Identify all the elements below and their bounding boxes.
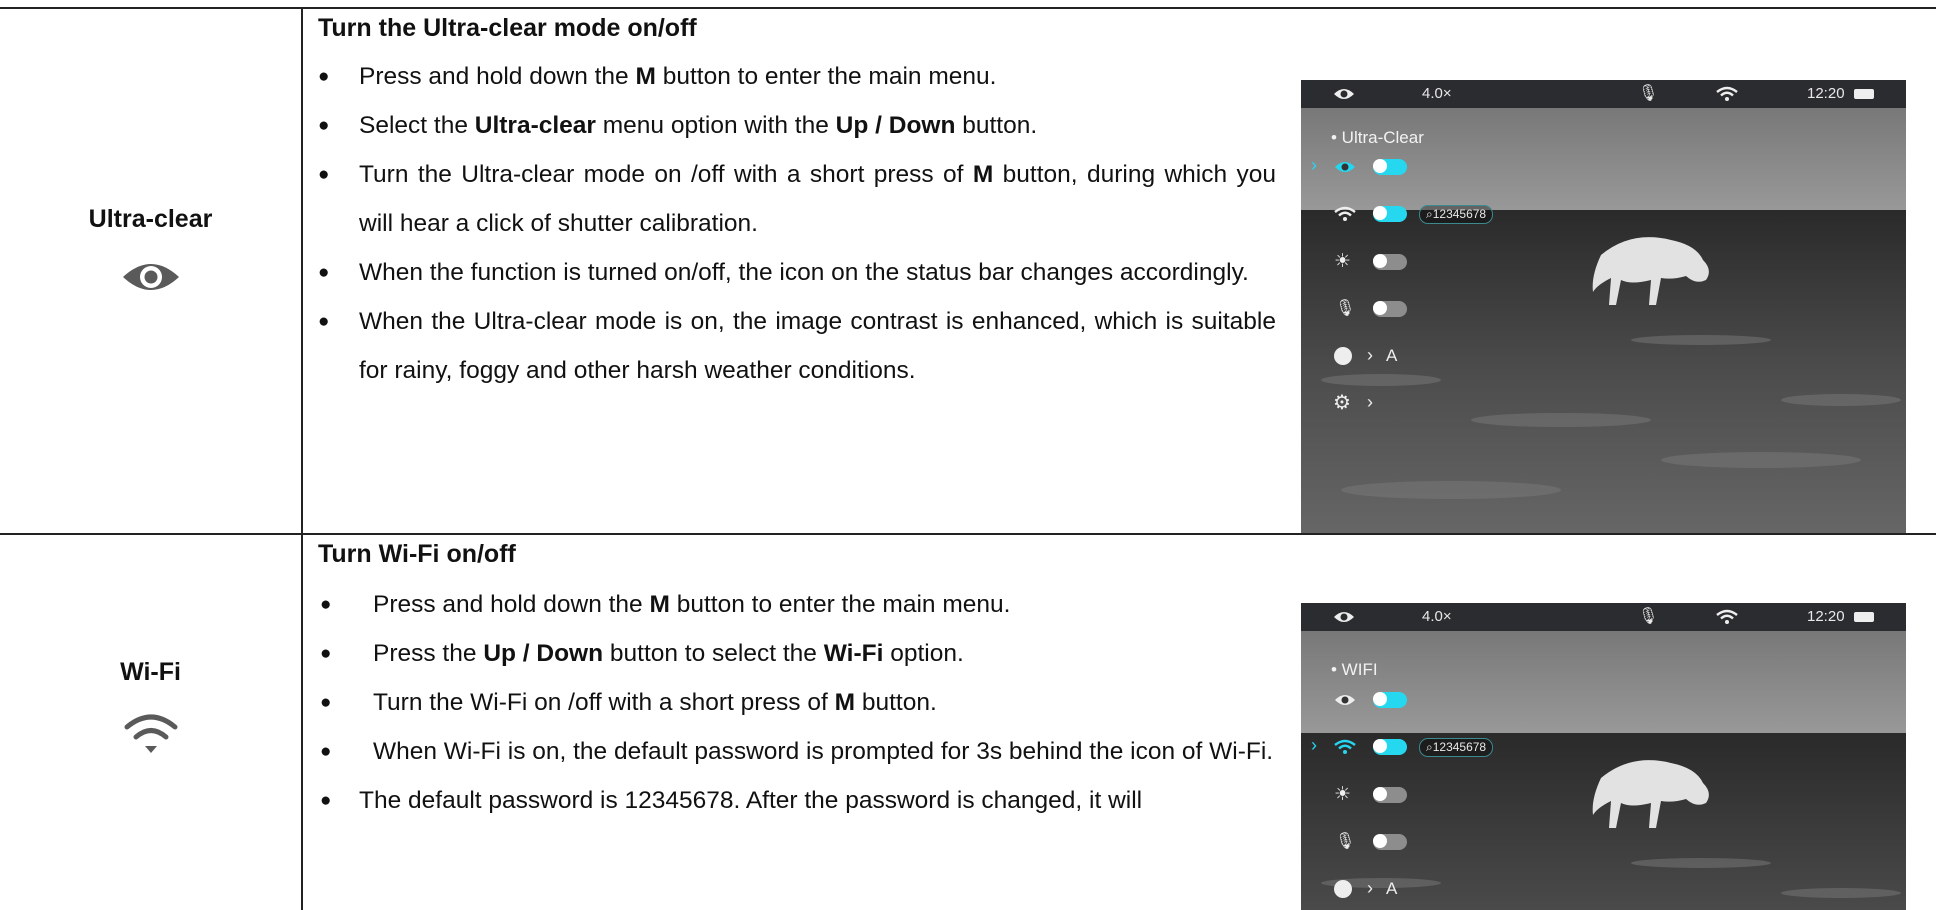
- palette-value: A: [1386, 879, 1398, 898]
- wifi-toggle[interactable]: [1373, 206, 1407, 222]
- device-screenshot-wifi: 4.0× 🎙 12:20 • WIFI › ⌕12345678 ☀ 🎙 › A: [1301, 603, 1906, 910]
- menu-row-ultra-clear[interactable]: ›: [1301, 155, 1501, 179]
- palette-icon: [1334, 880, 1352, 898]
- ultra-clear-heading: Turn the Ultra-clear mode on/off: [318, 14, 697, 42]
- selection-chevron-icon: ›: [1311, 735, 1317, 755]
- microphone-toggle[interactable]: [1373, 834, 1407, 850]
- zoom-level: 4.0×: [1422, 85, 1452, 102]
- palette-icon: [1334, 347, 1352, 365]
- ultra-clear-toggle[interactable]: [1373, 159, 1407, 175]
- zoom-level: 4.0×: [1422, 608, 1452, 625]
- mic-muted-icon: 🎙: [1638, 85, 1659, 102]
- eye-icon: [1334, 612, 1354, 622]
- brightness-toggle[interactable]: [1373, 787, 1407, 803]
- list-item: When the function is turned on/off, the …: [318, 248, 1276, 297]
- wifi-icon: [1716, 86, 1738, 101]
- wifi-label: Wi-Fi: [120, 658, 181, 686]
- wifi-heading: Turn Wi-Fi on/off: [318, 540, 516, 568]
- mic-muted-icon: 🎙: [1638, 608, 1659, 625]
- list-item: When the Ultra-clear mode is on, the ima…: [318, 297, 1276, 395]
- eye-icon: [1335, 162, 1355, 172]
- wifi-icon: [1334, 739, 1356, 754]
- wifi-bullet-list: Press and hold down the M button to ente…: [318, 580, 1276, 825]
- eye-icon: [1335, 695, 1355, 705]
- eye-icon: [1334, 89, 1354, 99]
- chevron-right-icon: ›: [1367, 345, 1373, 365]
- eye-icon: [122, 264, 179, 290]
- selection-chevron-icon: ›: [1311, 155, 1317, 175]
- clock: 12:20: [1807, 608, 1845, 625]
- wifi-icon: [1334, 206, 1356, 221]
- wifi-label-cell: Wi-Fi: [0, 658, 301, 755]
- ultra-clear-toggle[interactable]: [1373, 692, 1407, 708]
- brightness-icon: ☀: [1334, 251, 1352, 272]
- list-item: Turn the Wi-Fi on /off with a short pres…: [318, 678, 1276, 727]
- chevron-right-icon: ›: [1367, 878, 1373, 898]
- list-item: Press and hold down the M button to ente…: [318, 52, 1276, 101]
- wifi-icon: [1716, 609, 1738, 624]
- password-badge: ⌕12345678: [1419, 738, 1494, 757]
- gear-icon: ⚙: [1333, 392, 1351, 414]
- menu-title: • Ultra-Clear: [1331, 128, 1424, 147]
- password-badge: ⌕12345678: [1419, 205, 1494, 224]
- clock: 12:20: [1807, 85, 1845, 102]
- microphone-icon: 🎙: [1335, 833, 1356, 850]
- list-item: The default password is 12345678. After …: [318, 776, 1276, 825]
- status-bar: 4.0× 🎙 12:20: [1301, 603, 1906, 631]
- microphone-icon: 🎙: [1335, 300, 1356, 317]
- list-item: Press and hold down the M button to ente…: [318, 580, 1276, 629]
- device-screenshot-ultra-clear: 4.0× 🎙 12:20 • Ultra-Clear › ⌕12345678 ☀…: [1301, 80, 1906, 533]
- list-item: Press the Up / Down button to select the…: [318, 629, 1276, 678]
- table-middle-rule: [0, 533, 1936, 535]
- table-top-rule: [0, 7, 1936, 9]
- list-item: Turn the Ultra-clear mode on /off with a…: [318, 150, 1276, 248]
- list-item: When Wi-Fi is on, the default password i…: [318, 727, 1276, 776]
- menu-title: • WIFI: [1331, 660, 1378, 679]
- wifi-icon: [124, 714, 177, 753]
- brightness-toggle[interactable]: [1373, 254, 1407, 270]
- ultra-clear-label-cell: Ultra-clear: [0, 205, 301, 295]
- table-column-divider: [301, 7, 303, 910]
- status-bar: 4.0× 🎙 12:20: [1301, 80, 1906, 108]
- list-item: Select the Ultra-clear menu option with …: [318, 101, 1276, 150]
- battery-icon: [1854, 612, 1874, 622]
- wifi-toggle[interactable]: [1373, 739, 1407, 755]
- menu-row-wifi[interactable]: › ⌕12345678: [1301, 735, 1601, 759]
- brightness-icon: ☀: [1334, 784, 1352, 805]
- chevron-right-icon: ›: [1367, 392, 1373, 412]
- palette-value: A: [1386, 346, 1398, 365]
- ultra-clear-bullet-list: Press and hold down the M button to ente…: [318, 52, 1276, 395]
- battery-icon: [1854, 89, 1874, 99]
- microphone-toggle[interactable]: [1373, 301, 1407, 317]
- ultra-clear-label: Ultra-clear: [88, 205, 213, 233]
